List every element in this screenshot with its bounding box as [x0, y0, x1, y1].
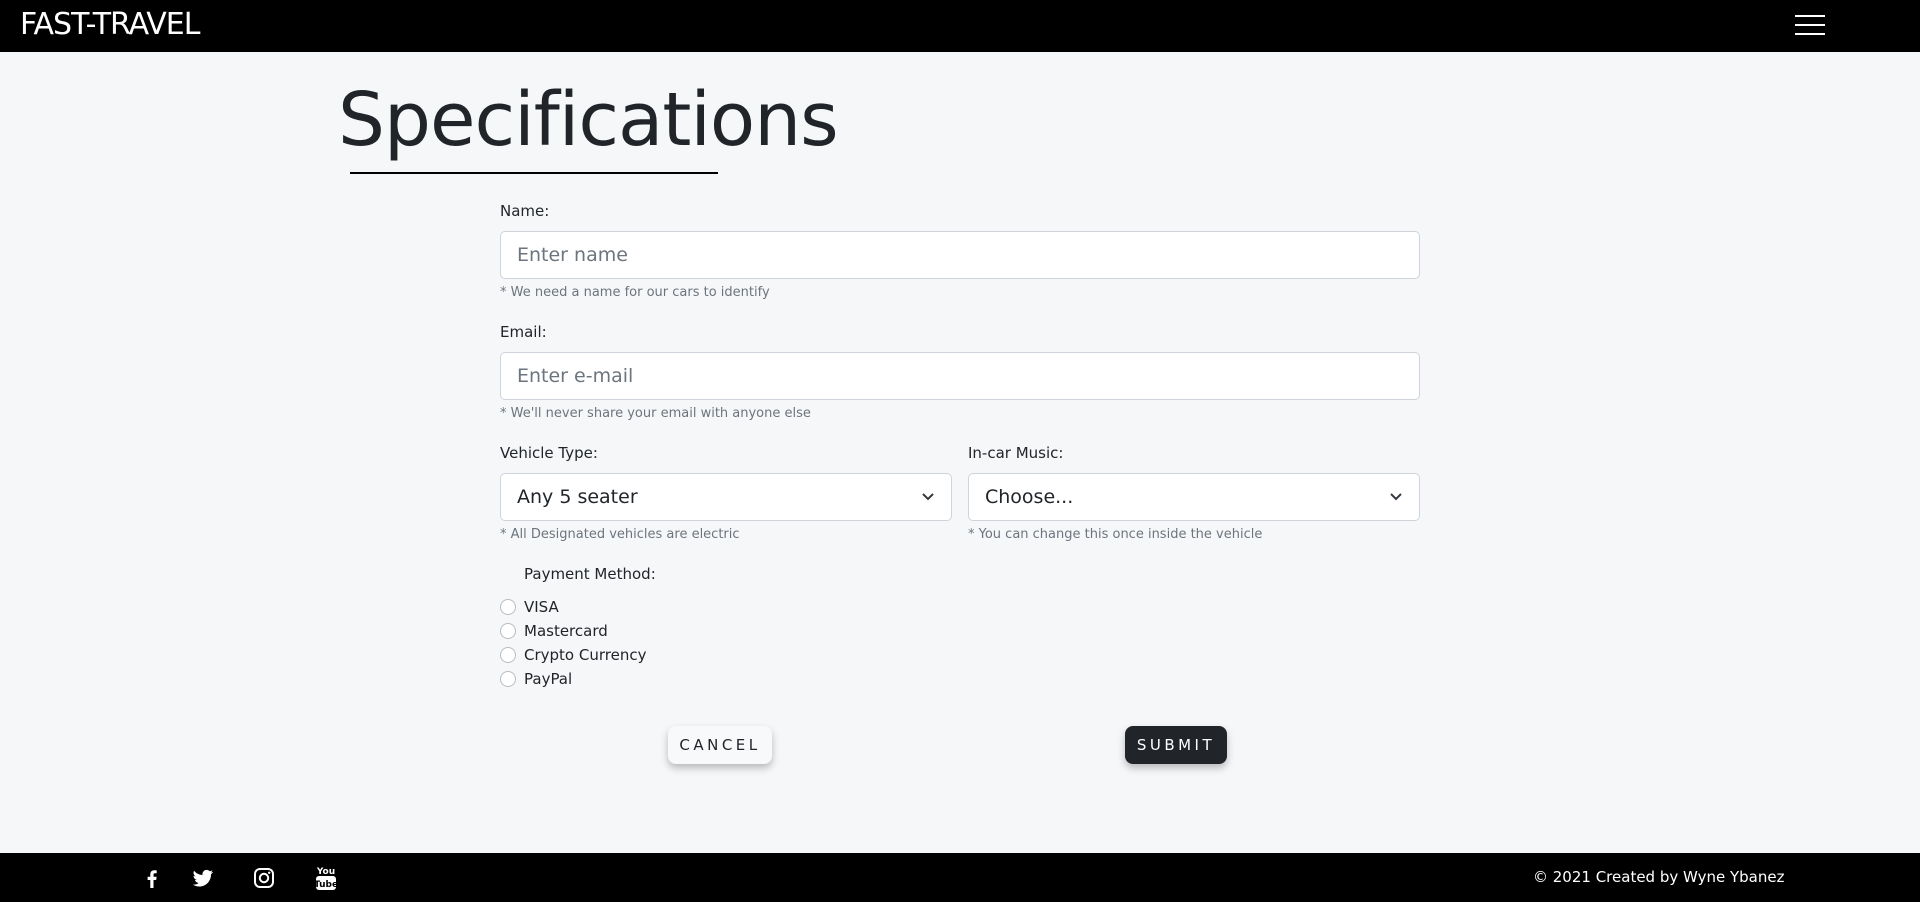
music-selected: Choose...	[985, 486, 1074, 508]
email-hint: * We'll never share your email with anyo…	[500, 406, 811, 421]
radio-label: PayPal	[524, 670, 573, 688]
music-hint: * You can change this once inside the ve…	[968, 527, 1263, 542]
radio-button[interactable]	[500, 647, 516, 663]
youtube-icon[interactable]: You Tube	[314, 864, 338, 892]
chevron-down-icon	[922, 493, 934, 501]
email-input[interactable]	[500, 352, 1420, 400]
brand-logo[interactable]: FAST-TRAVEL	[20, 7, 200, 43]
vehicle-type-hint: * All Designated vehicles are electric	[500, 527, 740, 542]
instagram-icon[interactable]	[252, 866, 276, 890]
name-label: Name:	[500, 202, 550, 220]
radio-button[interactable]	[500, 599, 516, 615]
name-hint: * We need a name for our cars to identif…	[500, 285, 770, 300]
navbar: FAST-TRAVEL	[0, 0, 1920, 52]
hamburger-icon[interactable]	[1795, 15, 1825, 37]
twitter-icon[interactable]	[191, 866, 215, 890]
page-title: Specifications	[338, 77, 839, 163]
radio-button[interactable]	[500, 623, 516, 639]
radio-button[interactable]	[500, 671, 516, 687]
title-underline	[350, 172, 718, 174]
facebook-icon[interactable]	[140, 866, 164, 890]
chevron-down-icon	[1390, 493, 1402, 501]
radio-label: VISA	[524, 598, 559, 616]
vehicle-type-selected: Any 5 seater	[517, 486, 638, 508]
vehicle-type-select[interactable]: Any 5 seater	[500, 473, 952, 521]
copyright-text: © 2021 Created by Wyne Ybanez	[1533, 868, 1785, 886]
name-input[interactable]	[500, 231, 1420, 279]
email-label: Email:	[500, 323, 547, 341]
svg-text:Tube: Tube	[314, 880, 338, 890]
radio-label: Crypto Currency	[524, 646, 647, 664]
music-select[interactable]: Choose...	[968, 473, 1420, 521]
vehicle-type-label: Vehicle Type:	[500, 444, 598, 462]
payment-method-label: Payment Method:	[524, 565, 656, 583]
footer: You Tube © 2021 Created by Wyne Ybanez	[0, 853, 1920, 902]
submit-button[interactable]: SUBMIT	[1125, 726, 1227, 764]
radio-label: Mastercard	[524, 622, 608, 640]
cancel-button[interactable]: CANCEL	[668, 726, 772, 764]
svg-text:You: You	[316, 867, 335, 877]
music-label: In-car Music:	[968, 444, 1064, 462]
